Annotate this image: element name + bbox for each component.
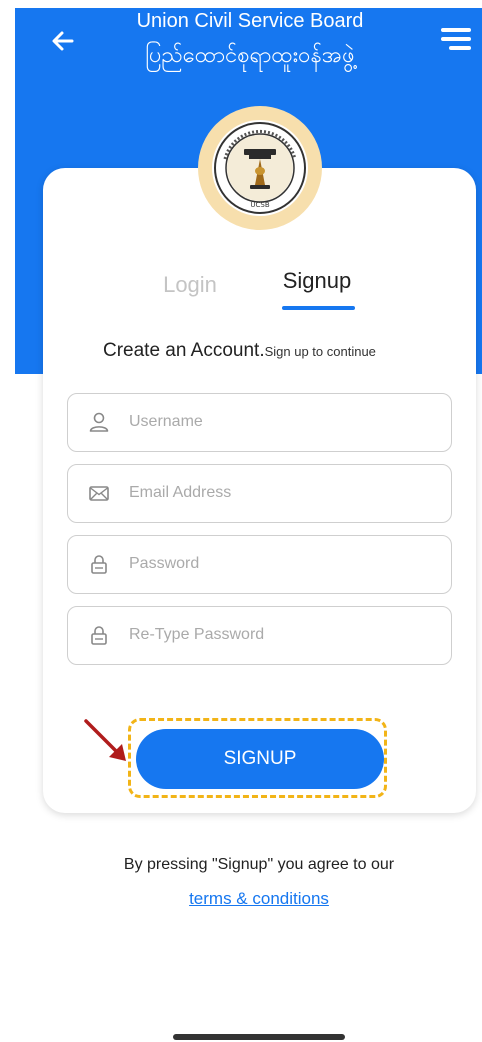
create-account-text: Create an Account. [103,340,265,361]
menu-button[interactable] [437,24,475,56]
username-input[interactable] [129,394,429,449]
signup-button[interactable]: SIGNUP [136,729,384,789]
user-icon [89,412,109,432]
agreement-text: By pressing "Signup" you agree to our [123,856,395,873]
app-title-burmese: ပြည်ထောင်စုရာထူးဝန်အဖွဲ့ [145,43,355,68]
form-heading: Create an Account.Sign up to continue [103,340,376,362]
username-field[interactable] [67,393,452,452]
back-button[interactable] [48,26,78,56]
terms-link[interactable]: terms & conditions [40,889,478,909]
active-tab-indicator [282,306,355,310]
lock-icon [91,626,107,645]
email-field[interactable] [67,464,452,523]
password-input[interactable] [129,536,429,591]
signup-subtext: Sign up to continue [264,344,376,359]
retype-password-input[interactable] [129,607,429,662]
tab-login[interactable]: Login [150,272,230,298]
envelope-icon [89,486,109,501]
password-field[interactable] [67,535,452,594]
hamburger-menu-icon [441,28,471,50]
ucsb-seal-logo: UCSB [211,119,309,217]
annotation-arrow-icon [84,719,126,761]
lock-icon [91,555,107,574]
tab-signup[interactable]: Signup [272,268,362,294]
retype-password-field[interactable] [67,606,452,665]
home-indicator [173,1034,345,1040]
logo-text: UCSB [250,201,269,209]
arrow-left-icon [52,31,74,51]
app-title: Union Civil Service Board [136,10,364,32]
email-input[interactable] [129,465,429,520]
